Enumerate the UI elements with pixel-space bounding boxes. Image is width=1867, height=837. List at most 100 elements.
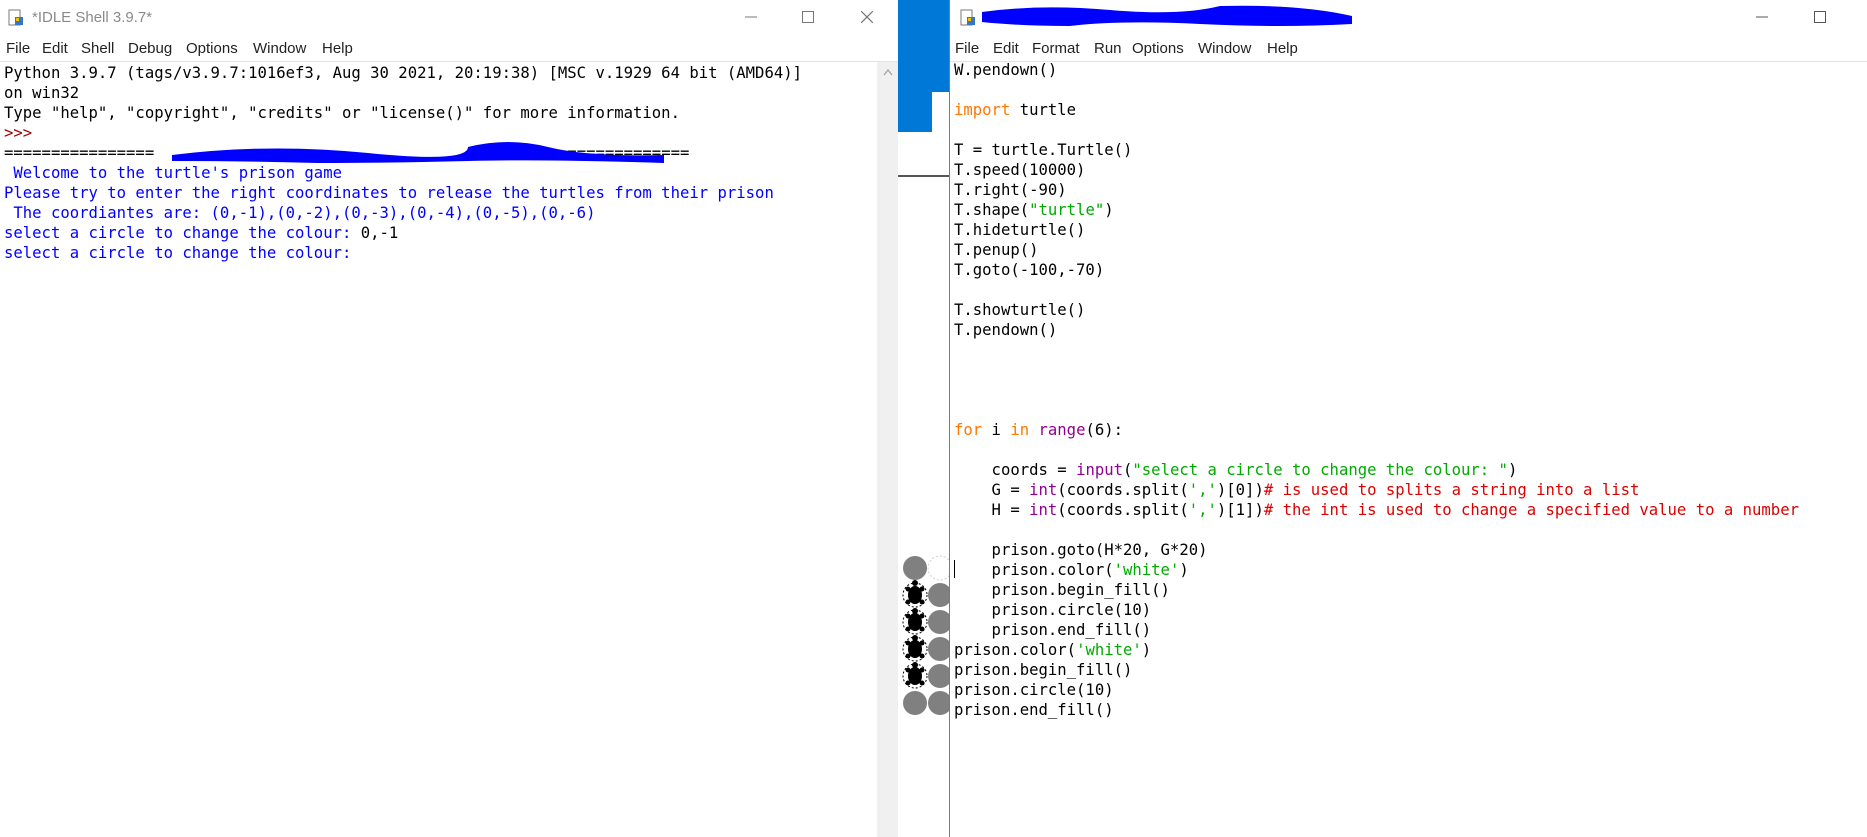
code-line: prison.goto(H*20, G*20) [954, 541, 1208, 559]
string-literal: ',' [1188, 481, 1217, 499]
shell-menu-edit[interactable]: Edit [42, 40, 68, 57]
code-line: T.speed(10000) [954, 161, 1086, 179]
shell-maximize-button[interactable] [779, 0, 837, 34]
code-line: H = [954, 501, 1030, 519]
string-literal: 'white' [1076, 641, 1142, 659]
builtin-int: int [1029, 501, 1058, 519]
code-token: i [982, 421, 1011, 439]
code-token: (6): [1085, 421, 1124, 439]
shell-menu-window[interactable]: Window [253, 40, 306, 57]
shell-prompt: >>> [4, 124, 33, 142]
code-line: coords = [954, 461, 1077, 479]
prison-circle [903, 691, 927, 715]
prison-circle [927, 555, 949, 581]
editor-code-text[interactable]: W.pendown() import turtle T = turtle.Tur… [954, 60, 1799, 720]
code-line: T.shape( [954, 201, 1030, 219]
code-line: prison.begin_fill() [954, 661, 1133, 679]
code-line: T = turtle.Turtle() [954, 141, 1133, 159]
turtle-graphics-window [898, 0, 949, 837]
code-token: ) [1179, 561, 1189, 579]
scroll-up-arrow-icon[interactable] [883, 68, 893, 76]
keyword-in: in [1010, 421, 1030, 439]
game-coordinates-line: The coordiantes are: (0,-1),(0,-2),(0,-3… [4, 204, 596, 222]
string-literal: 'white' [1113, 561, 1180, 579]
editor-menu-edit[interactable]: Edit [993, 40, 1019, 57]
code-token: ) [1141, 641, 1152, 659]
code-line: prison.circle(10) [954, 601, 1152, 619]
editor-titlebar[interactable] [950, 0, 1867, 34]
shell-menubar: File Edit Shell Debug Options Window Hel… [0, 36, 898, 60]
turtle-icon [905, 580, 925, 605]
code-line: prison.color( [954, 641, 1077, 659]
shell-menu-debug[interactable]: Debug [128, 40, 172, 57]
code-line: prison.end_fill() [954, 621, 1152, 639]
shell-menu-options[interactable]: Options [186, 40, 238, 57]
prison-circle [928, 664, 949, 688]
restart-separator-left: ================ [4, 144, 155, 162]
builtin-range: range [1038, 421, 1086, 439]
editor-menu-format[interactable]: Format [1032, 40, 1080, 57]
code-token: )[1]) [1216, 501, 1264, 519]
shell-close-button[interactable] [838, 0, 896, 34]
editor-minimize-button[interactable] [1733, 0, 1791, 34]
shell-menu-help[interactable]: Help [322, 40, 353, 57]
code-line: T.right(-90) [954, 181, 1067, 199]
input-value[interactable]: 0,-1 [361, 224, 399, 242]
builtin-input: input [1076, 461, 1124, 479]
turtle-window-separator [898, 175, 949, 177]
keyword-for: for [954, 421, 983, 439]
keyword-import: import [954, 101, 1011, 119]
idle-app-icon [8, 9, 23, 26]
maximize-icon [1814, 11, 1826, 23]
code-line: prison.color( [954, 561, 1114, 579]
prison-circle [928, 610, 949, 634]
editor-menu-options[interactable]: Options [1132, 40, 1184, 57]
code-line: T.showturtle() [954, 301, 1086, 319]
python-banner-line3: Type "help", "copyright", "credits" or "… [4, 104, 680, 122]
prison-circle [903, 556, 927, 580]
builtin-int: int [1029, 481, 1058, 499]
code-token: ) [1104, 201, 1114, 219]
prison-circle [928, 583, 949, 607]
redaction-scribble-shell [172, 142, 664, 163]
string-literal: "turtle" [1029, 201, 1105, 219]
idle-editor-window: File Edit Format Run Options Window Help… [949, 0, 1867, 837]
shell-menu-file[interactable]: File [6, 40, 30, 57]
redaction-scribble-title [982, 5, 1352, 26]
editor-menubar: File Edit Format Run Options Window Help [950, 36, 1867, 60]
code-line: prison.begin_fill() [954, 581, 1170, 599]
shell-menu-divider [0, 61, 898, 62]
text-cursor [954, 560, 955, 578]
shell-minimize-button[interactable] [722, 0, 780, 34]
shell-title: *IDLE Shell 3.9.7* [32, 9, 153, 26]
code-comment: # is used to splits a string into a list [1263, 481, 1640, 499]
code-token: (coords.split( [1057, 501, 1189, 519]
prison-circle [928, 637, 949, 661]
string-literal: "select a circle to change the colour: " [1132, 461, 1508, 479]
editor-menu-file[interactable]: File [955, 40, 979, 57]
editor-menu-help[interactable]: Help [1267, 40, 1298, 57]
code-token: ( [1123, 461, 1133, 479]
shell-titlebar[interactable]: *IDLE Shell 3.9.7* [0, 0, 898, 34]
code-line: prison.circle(10) [954, 681, 1114, 699]
prison-circle [928, 691, 949, 715]
code-line: T.pendown() [954, 321, 1058, 339]
shell-scrollbar[interactable] [877, 62, 898, 837]
maximize-icon [802, 11, 814, 23]
code-line: T.hideturtle() [954, 221, 1086, 239]
python-banner-line1: Python 3.9.7 (tags/v3.9.7:1016ef3, Aug 3… [4, 64, 802, 82]
editor-menu-run[interactable]: Run [1094, 40, 1122, 57]
string-literal: ',' [1188, 501, 1217, 519]
code-line: prison.end_fill() [954, 701, 1114, 719]
game-instruction-line: Please try to enter the right coordinate… [4, 184, 774, 202]
minimize-icon [745, 16, 757, 18]
code-line: G = [954, 481, 1030, 499]
minimize-icon [1756, 16, 1768, 18]
shell-menu-shell[interactable]: Shell [81, 40, 114, 57]
code-line: turtle [1010, 101, 1077, 119]
code-line: T.goto(-100,-70) [954, 261, 1105, 279]
code-comment: # the int is used to change a specified … [1263, 501, 1799, 519]
editor-maximize-button[interactable] [1791, 0, 1849, 34]
python-banner-line2: on win32 [4, 84, 80, 102]
editor-menu-window[interactable]: Window [1198, 40, 1251, 57]
